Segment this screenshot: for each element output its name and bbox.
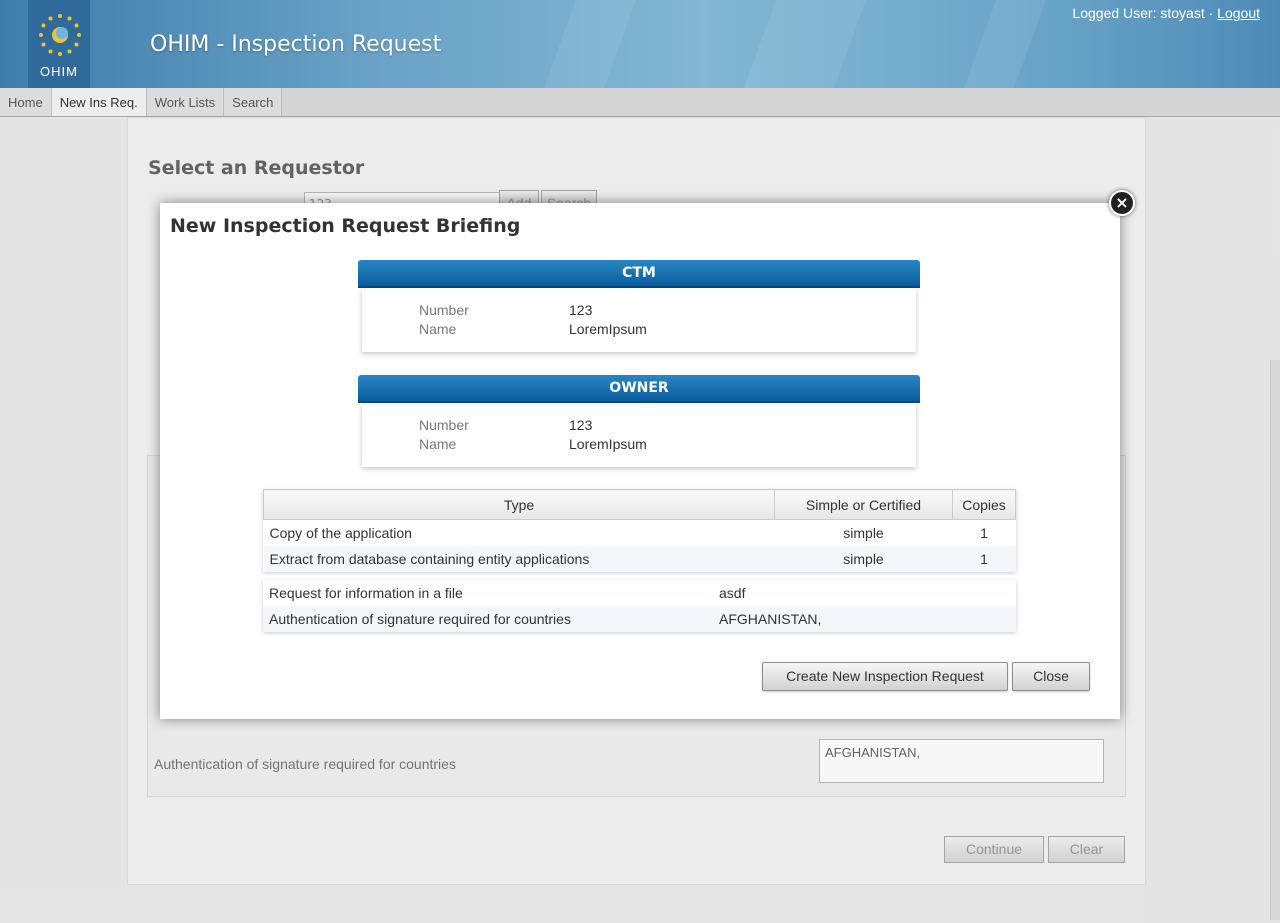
- briefing-modal: New Inspection Request Briefing CTM Numb…: [160, 203, 1120, 719]
- owner-box: OWNER Number 123 Name LoremIpsum: [358, 375, 920, 467]
- close-button[interactable]: Close: [1012, 662, 1090, 691]
- app-header: OHIM OHIM - Inspection Request Logged Us…: [0, 0, 1280, 88]
- logout-link[interactable]: Logout: [1217, 5, 1260, 21]
- logo-text: OHIM: [40, 64, 78, 79]
- info-label-cell: Request for information in a file: [269, 585, 463, 601]
- user-info: Logged User: stoyast · Logout: [1072, 5, 1260, 21]
- main-nav: Home New Ins Req. Work Lists Search: [0, 88, 1280, 117]
- eu-stars-icon: [39, 14, 81, 56]
- type-cell: Copy of the application: [269, 525, 412, 541]
- app-title: OHIM - Inspection Request: [150, 32, 442, 57]
- owner-details: Number 123 Name LoremIpsum: [362, 403, 916, 467]
- table-row: Authentication of signature required for…: [263, 606, 1016, 632]
- simple-certified-cell: simple: [843, 525, 884, 541]
- nav-tab-search[interactable]: Search: [224, 88, 283, 116]
- modal-title: New Inspection Request Briefing: [170, 215, 521, 237]
- ctm-box: CTM Number 123 Name LoremIpsum: [358, 260, 920, 352]
- types-table: Type Simple or Certified Copies Copy of …: [263, 489, 1016, 572]
- nav-tab-new-ins-req[interactable]: New Ins Req.: [51, 88, 147, 116]
- copies-cell: 1: [952, 546, 1016, 572]
- table-header-row: Type Simple or Certified Copies: [263, 489, 1016, 520]
- nav-tab-work-lists[interactable]: Work Lists: [146, 88, 225, 116]
- additional-info-table: Request for information in a file asdf A…: [263, 580, 1016, 632]
- type-cell: Extract from database containing entity …: [263, 546, 775, 572]
- table-row[interactable]: Extract from database containing entity …: [263, 546, 1016, 572]
- column-header-type[interactable]: Type: [263, 489, 775, 520]
- ohim-logo[interactable]: OHIM: [28, 0, 90, 88]
- owner-header: OWNER: [358, 375, 920, 403]
- header-decoration: [743, 0, 867, 88]
- table-row[interactable]: Copy of the application simple 1: [264, 520, 1016, 547]
- owner-number-value: 123: [569, 417, 593, 433]
- table-row: Request for information in a file asdf: [263, 580, 1016, 606]
- header-decoration: [963, 0, 1047, 88]
- logged-user-text: Logged User: stoyast ·: [1072, 5, 1214, 21]
- close-icon[interactable]: ×: [1109, 190, 1135, 216]
- ctm-number-label: Number: [419, 302, 469, 318]
- info-value-cell: asdf: [719, 585, 746, 601]
- create-inspection-request-button[interactable]: Create New Inspection Request: [762, 662, 1008, 691]
- ctm-header: CTM: [358, 260, 920, 288]
- simple-certified-cell: simple: [774, 546, 953, 572]
- ctm-number-value: 123: [569, 302, 593, 318]
- info-value-cell: AFGHANISTAN,: [713, 606, 1016, 632]
- header-decoration: [543, 0, 637, 88]
- info-label-cell: Authentication of signature required for…: [263, 606, 713, 632]
- ctm-details: Number 123 Name LoremIpsum: [362, 288, 916, 352]
- column-header-copies[interactable]: Copies: [952, 489, 1016, 520]
- copies-cell: 1: [980, 525, 988, 541]
- ctm-name-label: Name: [419, 321, 457, 337]
- owner-number-label: Number: [419, 417, 469, 433]
- nav-tab-home[interactable]: Home: [0, 88, 52, 116]
- owner-name-label: Name: [419, 436, 457, 452]
- owner-name-value: LoremIpsum: [569, 436, 647, 452]
- ctm-name-value: LoremIpsum: [569, 321, 647, 337]
- column-header-simple-certified[interactable]: Simple or Certified: [774, 489, 953, 520]
